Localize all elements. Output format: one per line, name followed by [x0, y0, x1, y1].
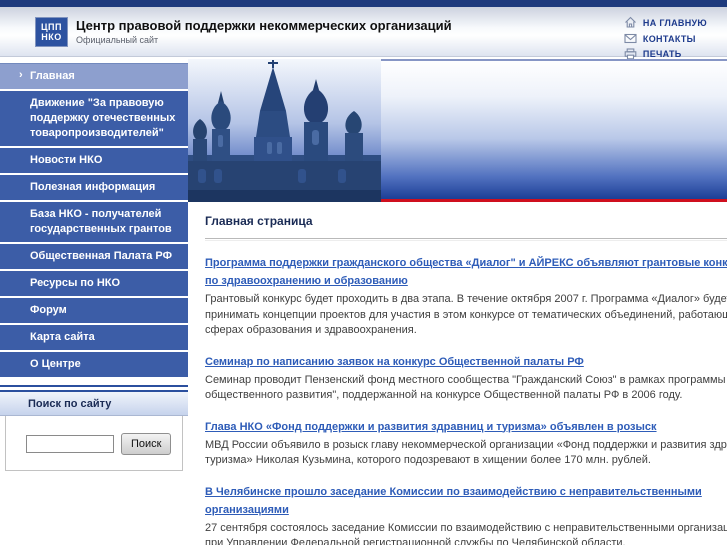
- search-button[interactable]: Поиск: [121, 433, 172, 455]
- news-text: Грантовый конкурс будет проходить в два …: [205, 293, 727, 336]
- sidebar-item-sitemap[interactable]: Карта сайта: [0, 325, 188, 352]
- sidebar-item-resources[interactable]: Ресурсы по НКО: [0, 271, 188, 298]
- sidebar-item-public-chamber[interactable]: Общественная Палата РФ: [0, 244, 188, 271]
- news-text: Семинар проводит Пензенский фонд местног…: [205, 373, 727, 402]
- sidebar-item-movement[interactable]: Движение "За правовую поддержку отечеств…: [0, 91, 188, 148]
- site-header: ЦПП НКО Центр правовой поддержки некомме…: [0, 7, 727, 60]
- news-text: МВД России объявило в розыск главу неком…: [205, 438, 727, 467]
- site-subtitle: Официальный сайт: [76, 35, 159, 45]
- search-input[interactable]: [26, 435, 114, 453]
- news-link[interactable]: Семинар по написанию заявок на конкурс О…: [205, 356, 584, 368]
- sidebar: › Главная Движение "За правовую поддержк…: [0, 59, 188, 545]
- page: ЦПП НКО Центр правовой поддержки некомме…: [0, 0, 727, 545]
- logo-line1: ЦПП: [40, 21, 62, 32]
- news-link[interactable]: В Челябинске прошло заседание Комиссии п…: [205, 486, 702, 516]
- top-navy-bar: [0, 0, 727, 7]
- home-icon: [625, 16, 636, 28]
- news-link[interactable]: Программа поддержки гражданского обществ…: [205, 257, 727, 287]
- active-arrow-icon: ›: [19, 69, 23, 81]
- sidebar-item-news[interactable]: Новости НКО: [0, 148, 188, 175]
- header-links: НА ГЛАВНУЮ КОНТАКТЫ ПЕЧАТЬ: [624, 16, 707, 60]
- content-column: Главная страница Программа поддержки гра…: [188, 59, 727, 545]
- site-logo: ЦПП НКО: [35, 16, 68, 47]
- news-text: 27 сентября состоялось заседание Комисси…: [205, 521, 727, 545]
- header-link-label: КОНТАКТЫ: [642, 33, 696, 44]
- search-section-title: Поиск по сайту: [0, 392, 188, 416]
- sidebar-item-label: Главная: [30, 70, 75, 82]
- sidebar-item-nko-base[interactable]: База НКО - получателей государственных г…: [0, 202, 188, 244]
- page-title: Главная страница: [205, 214, 313, 228]
- news-link[interactable]: Глава НКО «Фонд поддержки и развития здр…: [205, 421, 657, 433]
- page-body: Главная страница Программа поддержки гра…: [188, 202, 727, 545]
- title-wrap: Центр правовой поддержки некоммерческих …: [76, 18, 452, 45]
- main-row: › Главная Движение "За правовую поддержк…: [0, 59, 727, 545]
- header-link-contacts[interactable]: КОНТАКТЫ: [624, 33, 707, 44]
- news-item: Семинар по написанию заявок на конкурс О…: [205, 352, 727, 404]
- sidebar-menu: › Главная Движение "За правовую поддержк…: [0, 63, 188, 379]
- news-item: В Челябинске прошло заседание Комиссии п…: [205, 482, 727, 545]
- header-banner: [188, 59, 727, 202]
- news-item: Программа поддержки гражданского обществ…: [205, 253, 727, 339]
- sidebar-item-forum[interactable]: Форум: [0, 298, 188, 325]
- header-link-label: НА ГЛАВНУЮ: [642, 17, 707, 28]
- logo-line2: НКО: [41, 31, 62, 42]
- sidebar-item-about[interactable]: О Центре: [0, 352, 188, 379]
- news-item: Глава НКО «Фонд поддержки и развития здр…: [205, 417, 727, 469]
- header-link-label: ПЕЧАТЬ: [642, 49, 682, 59]
- title-divider: [205, 238, 727, 241]
- search-divider: [0, 385, 188, 392]
- sidebar-item-home[interactable]: › Главная: [0, 63, 188, 91]
- sidebar-item-useful-info[interactable]: Полезная информация: [0, 175, 188, 202]
- header-link-home[interactable]: НА ГЛАВНУЮ: [624, 16, 707, 29]
- mail-icon: [624, 33, 637, 44]
- search-box: Поиск: [5, 416, 183, 471]
- cathedral-image: [188, 59, 381, 202]
- site-title: Центр правовой поддержки некоммерческих …: [76, 18, 452, 33]
